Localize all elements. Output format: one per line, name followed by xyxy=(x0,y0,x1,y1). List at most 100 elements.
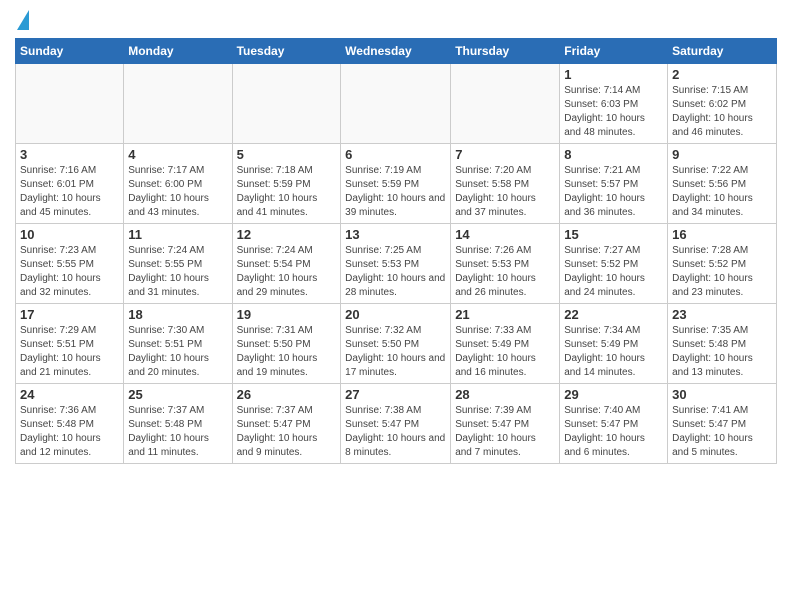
day-info: Sunrise: 7:31 AMSunset: 5:50 PMDaylight:… xyxy=(237,324,337,380)
day-number: 10 xyxy=(20,227,119,242)
calendar-week-3: 10 Sunrise: 7:23 AMSunset: 5:55 PMDayligh… xyxy=(16,224,777,304)
day-number: 23 xyxy=(672,307,772,322)
day-info: Sunrise: 7:28 AMSunset: 5:52 PMDaylight:… xyxy=(672,244,772,300)
calendar-cell: 27Sunrise: 7:38 AMSunset: 5:47 PMDayligh… xyxy=(341,384,451,464)
logo-triangle-icon xyxy=(17,10,29,30)
day-number: 15 xyxy=(564,227,663,242)
day-number: 26 xyxy=(237,387,337,402)
day-number: 13 xyxy=(345,227,446,242)
calendar-cell: 4 Sunrise: 7:17 AMSunset: 6:00 PMDaylight… xyxy=(124,144,232,224)
calendar-cell: 8Sunrise: 7:21 AMSunset: 5:57 PMDaylight… xyxy=(560,144,668,224)
day-number: 5 xyxy=(237,147,337,162)
day-info: Sunrise: 7:24 AMSunset: 5:54 PMDaylight:… xyxy=(237,244,337,300)
day-info: Sunrise: 7:32 AMSunset: 5:50 PMDaylight:… xyxy=(345,324,446,380)
calendar-cell: 13 Sunrise: 7:25 AMSunset: 5:53 PMDayligh… xyxy=(341,224,451,304)
day-number: 4 xyxy=(128,147,227,162)
day-number: 16 xyxy=(672,227,772,242)
day-number: 18 xyxy=(128,307,227,322)
day-info: Sunrise: 7:18 AMSunset: 5:59 PMDaylight:… xyxy=(237,164,337,220)
day-info: Sunrise: 7:35 AMSunset: 5:48 PMDaylight:… xyxy=(672,324,772,380)
day-number: 25 xyxy=(128,387,227,402)
calendar-cell xyxy=(341,64,451,144)
day-info: Sunrise: 7:30 AMSunset: 5:51 PMDaylight:… xyxy=(128,324,227,380)
calendar-cell: 20 Sunrise: 7:32 AMSunset: 5:50 PMDayligh… xyxy=(341,304,451,384)
calendar-cell: 9Sunrise: 7:22 AMSunset: 5:56 PMDaylight… xyxy=(668,144,777,224)
calendar-cell: 28Sunrise: 7:39 AMSunset: 5:47 PMDayligh… xyxy=(451,384,560,464)
day-number: 19 xyxy=(237,307,337,322)
calendar-cell xyxy=(124,64,232,144)
day-number: 24 xyxy=(20,387,119,402)
day-number: 3 xyxy=(20,147,119,162)
calendar-header-tuesday: Tuesday xyxy=(232,39,341,64)
day-info: Sunrise: 7:21 AMSunset: 5:57 PMDaylight:… xyxy=(564,164,663,220)
calendar-cell: 10 Sunrise: 7:23 AMSunset: 5:55 PMDayligh… xyxy=(16,224,124,304)
calendar-week-4: 17Sunrise: 7:29 AMSunset: 5:51 PMDayligh… xyxy=(16,304,777,384)
calendar-cell: 25 Sunrise: 7:37 AMSunset: 5:48 PMDayligh… xyxy=(124,384,232,464)
calendar-cell: 16 Sunrise: 7:28 AMSunset: 5:52 PMDayligh… xyxy=(668,224,777,304)
calendar-cell: 11 Sunrise: 7:24 AMSunset: 5:55 PMDayligh… xyxy=(124,224,232,304)
day-info: Sunrise: 7:17 AMSunset: 6:00 PMDaylight:… xyxy=(128,164,227,220)
day-info: Sunrise: 7:26 AMSunset: 5:53 PMDaylight:… xyxy=(455,244,555,300)
page-header xyxy=(15,10,777,30)
calendar-week-5: 24 Sunrise: 7:36 AMSunset: 5:48 PMDayligh… xyxy=(16,384,777,464)
calendar-cell: 19 Sunrise: 7:31 AMSunset: 5:50 PMDayligh… xyxy=(232,304,341,384)
day-info: Sunrise: 7:41 AMSunset: 5:47 PMDaylight:… xyxy=(672,404,772,460)
day-number: 14 xyxy=(455,227,555,242)
day-info: Sunrise: 7:40 AMSunset: 5:47 PMDaylight:… xyxy=(564,404,663,460)
calendar-cell: 22 Sunrise: 7:34 AMSunset: 5:49 PMDayligh… xyxy=(560,304,668,384)
calendar-header-friday: Friday xyxy=(560,39,668,64)
calendar-header-sunday: Sunday xyxy=(16,39,124,64)
day-info: Sunrise: 7:15 AMSunset: 6:02 PMDaylight:… xyxy=(672,84,772,140)
day-info: Sunrise: 7:36 AMSunset: 5:48 PMDaylight:… xyxy=(20,404,119,460)
logo xyxy=(15,10,29,30)
calendar-cell: 2 Sunrise: 7:15 AMSunset: 6:02 PMDaylight… xyxy=(668,64,777,144)
calendar-header-row: SundayMondayTuesdayWednesdayThursdayFrid… xyxy=(16,39,777,64)
calendar-cell: 18 Sunrise: 7:30 AMSunset: 5:51 PMDayligh… xyxy=(124,304,232,384)
calendar-week-1: 1 Sunrise: 7:14 AMSunset: 6:03 PMDaylight… xyxy=(16,64,777,144)
day-info: Sunrise: 7:22 AMSunset: 5:56 PMDaylight:… xyxy=(672,164,772,220)
day-info: Sunrise: 7:37 AMSunset: 5:48 PMDaylight:… xyxy=(128,404,227,460)
day-info: Sunrise: 7:19 AMSunset: 5:59 PMDaylight:… xyxy=(345,164,446,220)
day-info: Sunrise: 7:27 AMSunset: 5:52 PMDaylight:… xyxy=(564,244,663,300)
day-info: Sunrise: 7:38 AMSunset: 5:47 PMDaylight:… xyxy=(345,404,446,460)
calendar-cell: 26Sunrise: 7:37 AMSunset: 5:47 PMDayligh… xyxy=(232,384,341,464)
day-info: Sunrise: 7:24 AMSunset: 5:55 PMDaylight:… xyxy=(128,244,227,300)
day-info: Sunrise: 7:20 AMSunset: 5:58 PMDaylight:… xyxy=(455,164,555,220)
day-info: Sunrise: 7:25 AMSunset: 5:53 PMDaylight:… xyxy=(345,244,446,300)
calendar-cell: 29 Sunrise: 7:40 AMSunset: 5:47 PMDayligh… xyxy=(560,384,668,464)
calendar-table: SundayMondayTuesdayWednesdayThursdayFrid… xyxy=(15,38,777,464)
day-number: 21 xyxy=(455,307,555,322)
day-number: 1 xyxy=(564,67,663,82)
calendar-cell: 17Sunrise: 7:29 AMSunset: 5:51 PMDayligh… xyxy=(16,304,124,384)
calendar-cell: 24 Sunrise: 7:36 AMSunset: 5:48 PMDayligh… xyxy=(16,384,124,464)
calendar-cell: 30 Sunrise: 7:41 AMSunset: 5:47 PMDayligh… xyxy=(668,384,777,464)
day-info: Sunrise: 7:16 AMSunset: 6:01 PMDaylight:… xyxy=(20,164,119,220)
day-number: 7 xyxy=(455,147,555,162)
day-number: 20 xyxy=(345,307,446,322)
day-number: 6 xyxy=(345,147,446,162)
day-number: 11 xyxy=(128,227,227,242)
day-number: 30 xyxy=(672,387,772,402)
calendar-cell: 6 Sunrise: 7:19 AMSunset: 5:59 PMDaylight… xyxy=(341,144,451,224)
day-info: Sunrise: 7:34 AMSunset: 5:49 PMDaylight:… xyxy=(564,324,663,380)
day-number: 2 xyxy=(672,67,772,82)
calendar-cell: 15 Sunrise: 7:27 AMSunset: 5:52 PMDayligh… xyxy=(560,224,668,304)
day-number: 17 xyxy=(20,307,119,322)
day-number: 22 xyxy=(564,307,663,322)
calendar-cell xyxy=(451,64,560,144)
day-number: 29 xyxy=(564,387,663,402)
day-info: Sunrise: 7:33 AMSunset: 5:49 PMDaylight:… xyxy=(455,324,555,380)
calendar-cell: 5 Sunrise: 7:18 AMSunset: 5:59 PMDaylight… xyxy=(232,144,341,224)
calendar-cell: 14 Sunrise: 7:26 AMSunset: 5:53 PMDayligh… xyxy=(451,224,560,304)
calendar-cell xyxy=(232,64,341,144)
calendar-cell xyxy=(16,64,124,144)
day-info: Sunrise: 7:14 AMSunset: 6:03 PMDaylight:… xyxy=(564,84,663,140)
calendar-cell: 23 Sunrise: 7:35 AMSunset: 5:48 PMDayligh… xyxy=(668,304,777,384)
day-info: Sunrise: 7:23 AMSunset: 5:55 PMDaylight:… xyxy=(20,244,119,300)
calendar-header-thursday: Thursday xyxy=(451,39,560,64)
day-number: 12 xyxy=(237,227,337,242)
day-info: Sunrise: 7:39 AMSunset: 5:47 PMDaylight:… xyxy=(455,404,555,460)
calendar-cell: 3 Sunrise: 7:16 AMSunset: 6:01 PMDaylight… xyxy=(16,144,124,224)
calendar-header-monday: Monday xyxy=(124,39,232,64)
calendar-cell: 12 Sunrise: 7:24 AMSunset: 5:54 PMDayligh… xyxy=(232,224,341,304)
